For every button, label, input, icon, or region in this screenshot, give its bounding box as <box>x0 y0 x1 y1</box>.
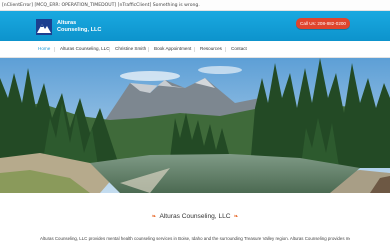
heart-icon: ❧ <box>151 214 157 220</box>
hero-image <box>0 58 390 193</box>
tagline-text: Alturas Counseling, LLC <box>159 213 231 220</box>
nav-divider <box>148 47 149 52</box>
mountain-logo-icon <box>36 18 52 35</box>
nav-item-christine-smith[interactable]: Christine Smith <box>115 41 146 57</box>
nav-divider <box>54 47 55 52</box>
nav-item-resources[interactable]: Resources <box>200 41 222 57</box>
nav-item-book-appointment[interactable]: Book Appointment <box>154 41 191 57</box>
nav-item-alturas-counseling[interactable]: Alturas Counseling, LLC <box>60 41 110 57</box>
nav-divider <box>194 47 195 52</box>
logo-line-1: Alturas <box>57 19 77 26</box>
site-header: Alturas Counseling, LLC Call Us: 208-882… <box>0 11 390 41</box>
nav-divider <box>109 47 110 52</box>
tagline: ❧ Alturas Counseling, LLC ❧ <box>0 213 390 220</box>
main-navigation: Home Alturas Counseling, LLC Christine S… <box>0 41 390 58</box>
site-logo[interactable]: Alturas Counseling, LLC <box>36 16 101 37</box>
heart-icon: ❧ <box>233 214 239 220</box>
logo-text: Alturas Counseling, LLC <box>57 20 101 33</box>
nav-divider <box>225 47 226 52</box>
nav-item-home[interactable]: Home <box>38 41 50 57</box>
error-message-bar: [nClientError] [MCQ_ERR: OPERATION_TIMED… <box>0 0 390 11</box>
call-us-button[interactable]: Call Us: 208-882-0200 <box>296 18 350 29</box>
intro-paragraph: Alturas Counseling, LLC provides mental … <box>40 236 350 241</box>
mountain-river-photo <box>0 58 390 193</box>
nav-item-contact[interactable]: Contact <box>231 41 247 57</box>
logo-line-2: Counseling, LLC <box>57 26 102 33</box>
